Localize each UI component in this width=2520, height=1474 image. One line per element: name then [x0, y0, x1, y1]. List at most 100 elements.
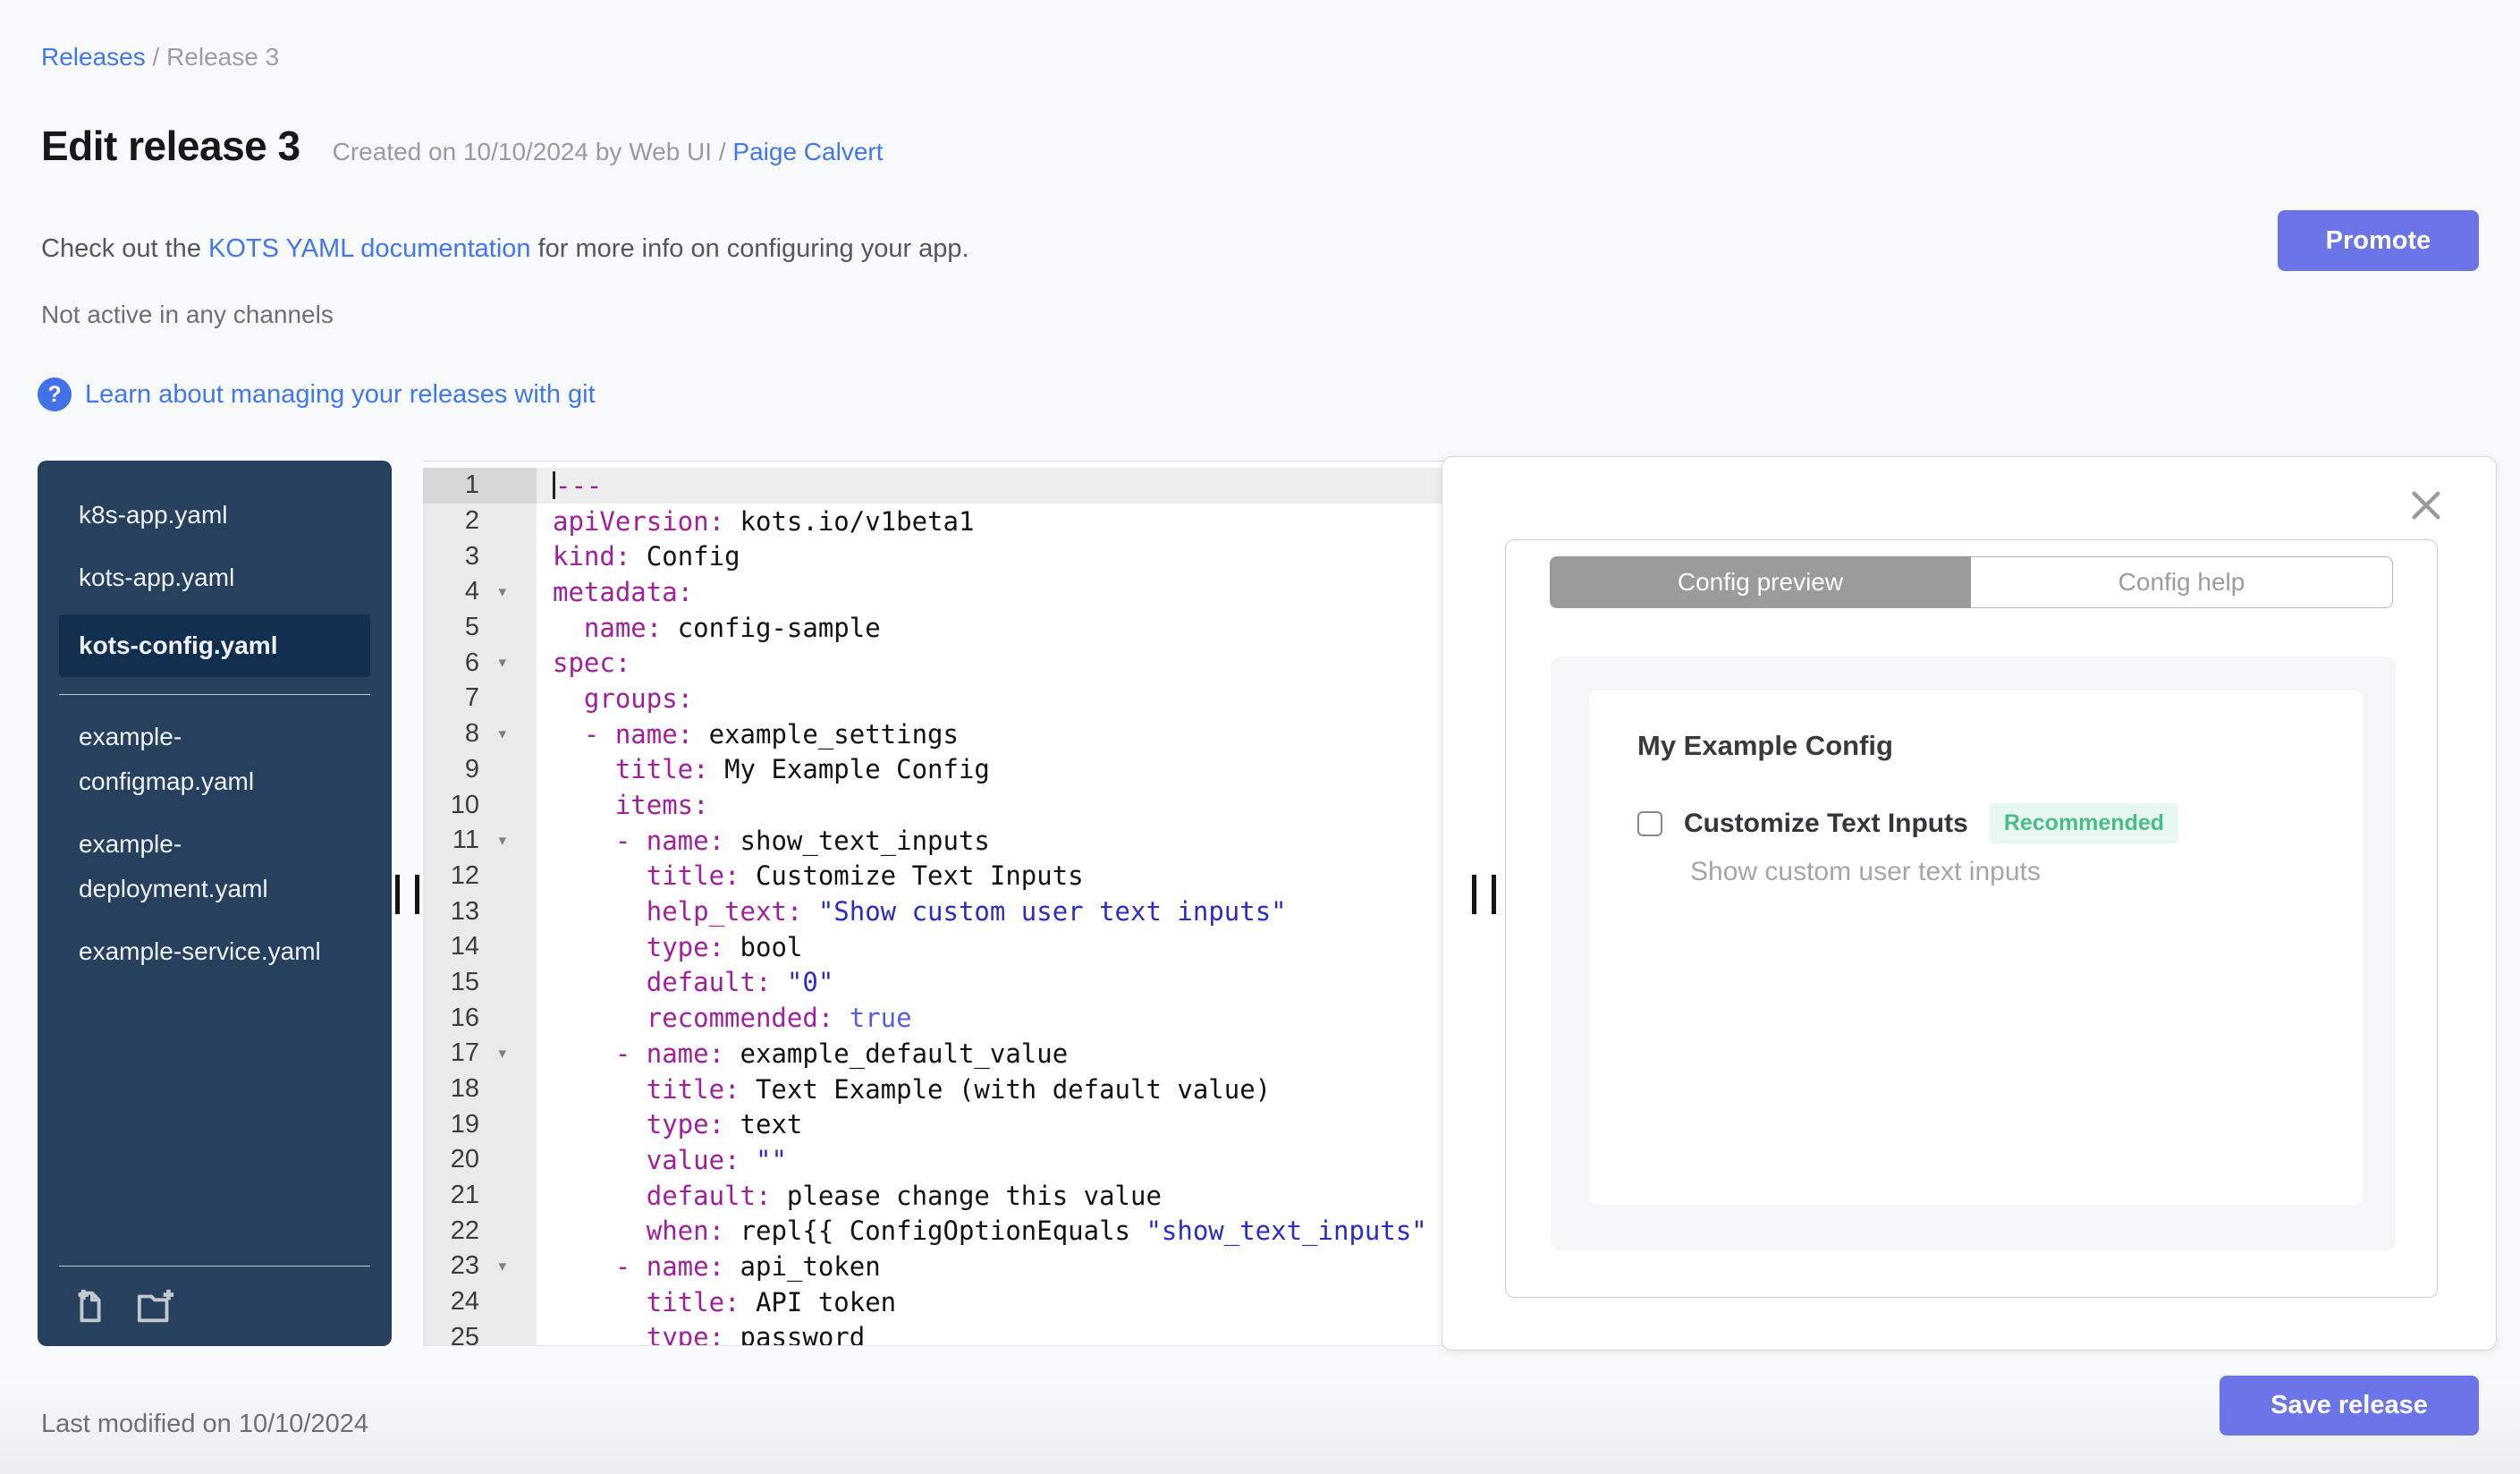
code-line-12[interactable]: 12 title: Customize Text Inputs	[423, 858, 1502, 894]
tab-config-preview[interactable]: Config preview	[1550, 556, 1971, 608]
code-line-9[interactable]: 9 title: My Example Config	[423, 751, 1502, 788]
add-folder-icon[interactable]	[134, 1286, 179, 1327]
code-text[interactable]: - name: show_text_inputs	[537, 823, 1502, 859]
code-text[interactable]: groups:	[537, 681, 1502, 716]
code-text[interactable]: type: password	[537, 1320, 1502, 1345]
code-line-15[interactable]: 15 default: "0"	[423, 964, 1502, 1001]
code-line-10[interactable]: 10 items:	[423, 787, 1502, 823]
created-line: Created on 10/10/2024 by Web UI / Paige …	[333, 138, 884, 166]
close-icon[interactable]	[2408, 487, 2444, 523]
code-line-16[interactable]: 16 recommended: true	[423, 1000, 1502, 1036]
yaml-code-editor[interactable]: 1 --- 2 apiVersion: kots.io/v1beta1 3 kind: C…	[423, 461, 1502, 1346]
code-text[interactable]: recommended: true	[537, 1000, 1502, 1036]
fold-arrow-icon[interactable]: ▾	[498, 832, 506, 850]
last-modified-text: Last modified on 10/10/2024	[41, 1410, 368, 1438]
code-line-17[interactable]: 17 ▾ - name: example_default_value	[423, 1036, 1502, 1072]
line-number: 1	[423, 468, 537, 504]
code-text[interactable]: default: "0"	[537, 965, 1502, 1001]
code-line-14[interactable]: 14 type: bool	[423, 928, 1502, 965]
sidebar-file-example-deployment.yaml[interactable]: example-deployment.yaml	[59, 813, 370, 920]
sidebar-file-kots-config.yaml[interactable]: kots-config.yaml	[59, 614, 370, 677]
code-text[interactable]: name: config-sample	[537, 610, 1502, 646]
code-line-6[interactable]: 6 ▾ spec:	[423, 645, 1502, 682]
line-number: 6 ▾	[423, 645, 537, 682]
config-tabs: Config preview Config help	[1550, 556, 2393, 608]
code-text[interactable]: - name: example_settings	[537, 716, 1502, 752]
code-text[interactable]: title: Text Example (with default value)	[537, 1072, 1502, 1107]
promote-button[interactable]: Promote	[2278, 210, 2479, 271]
code-text[interactable]: ---	[537, 468, 1502, 504]
code-line-11[interactable]: 11 ▾ - name: show_text_inputs	[423, 822, 1502, 859]
fold-arrow-icon[interactable]: ▾	[498, 583, 506, 601]
code-text[interactable]: title: API token	[537, 1284, 1502, 1320]
code-line-19[interactable]: 19 type: text	[423, 1106, 1502, 1143]
code-line-20[interactable]: 20 value: ""	[423, 1142, 1502, 1178]
line-number: 16	[423, 1000, 537, 1036]
add-file-icon[interactable]	[70, 1286, 111, 1327]
code-line-8[interactable]: 8 ▾ - name: example_settings	[423, 716, 1502, 752]
line-number: 25	[423, 1319, 537, 1345]
sidebar-file-k8s-app.yaml[interactable]: k8s-app.yaml	[59, 484, 370, 546]
config-item-help-text: Show custom user text inputs	[1690, 857, 2041, 886]
code-text[interactable]: - name: api_token	[537, 1249, 1502, 1284]
code-line-2[interactable]: 2 apiVersion: kots.io/v1beta1	[423, 503, 1502, 539]
doc-line: Check out the KOTS YAML documentation fo…	[41, 234, 969, 264]
code-text[interactable]: kind: Config	[537, 538, 1502, 574]
fold-arrow-icon[interactable]: ▾	[498, 1045, 506, 1063]
pane-resize-handle-right[interactable]	[1472, 875, 1516, 918]
line-number: 12	[423, 858, 537, 894]
config-preview-panel: My Example Config Customize Text Inputs …	[1552, 657, 2396, 1250]
breadcrumb-current: Release 3	[166, 43, 280, 71]
sidebar-file-kots-app.yaml[interactable]: kots-app.yaml	[59, 546, 370, 609]
pane-resize-handle-left[interactable]	[395, 875, 439, 918]
code-line-5[interactable]: 5 name: config-sample	[423, 609, 1502, 646]
line-number: 22	[423, 1213, 537, 1250]
breadcrumb-releases-link[interactable]: Releases	[41, 43, 146, 71]
code-text[interactable]: title: My Example Config	[537, 752, 1502, 788]
kots-yaml-doc-link[interactable]: KOTS YAML documentation	[208, 234, 531, 263]
tab-config-help[interactable]: Config help	[1971, 556, 2393, 608]
code-line-13[interactable]: 13 help_text: "Show custom user text inp…	[423, 894, 1502, 929]
code-line-18[interactable]: 18 title: Text Example (with default val…	[423, 1071, 1502, 1107]
code-text[interactable]: - name: example_default_value	[537, 1036, 1502, 1072]
code-text[interactable]: value: ""	[537, 1142, 1502, 1178]
sidebar-file-example-configmap.yaml[interactable]: example-configmap.yaml	[59, 706, 370, 813]
git-help-link[interactable]: Learn about managing your releases with …	[85, 380, 596, 410]
code-text[interactable]: type: text	[537, 1106, 1502, 1142]
line-number: 10	[423, 787, 537, 823]
code-line-21[interactable]: 21 default: please change this value	[423, 1177, 1502, 1214]
code-text[interactable]: help_text: "Show custom user text inputs…	[537, 894, 1502, 929]
code-lines: 1 --- 2 apiVersion: kots.io/v1beta1 3 kind: C…	[423, 462, 1502, 1345]
code-line-22[interactable]: 22 when: repl{{ ConfigOptionEquals "show…	[423, 1213, 1502, 1250]
customize-text-inputs-checkbox[interactable]	[1637, 810, 1662, 836]
code-text[interactable]: metadata:	[537, 574, 1502, 610]
code-line-25[interactable]: 25 type: password	[423, 1319, 1502, 1345]
config-group-title: My Example Config	[1637, 730, 1893, 761]
code-line-23[interactable]: 23 ▾ - name: api_token	[423, 1249, 1502, 1284]
code-text[interactable]: spec:	[537, 645, 1502, 681]
code-text[interactable]: type: bool	[537, 929, 1502, 965]
config-item-label: Customize Text Inputs	[1684, 808, 1968, 838]
file-sidebar: k8s-app.yaml kots-app.yaml kots-config.yam…	[38, 461, 392, 1346]
code-text[interactable]: when: repl{{ ConfigOptionEquals "show_te…	[537, 1213, 1502, 1249]
fold-arrow-icon[interactable]: ▾	[498, 1258, 506, 1275]
sidebar-divider	[59, 694, 370, 695]
line-number: 19	[423, 1106, 537, 1143]
code-line-3[interactable]: 3 kind: Config	[423, 538, 1502, 575]
code-line-7[interactable]: 7 groups:	[423, 681, 1502, 716]
fold-arrow-icon[interactable]: ▾	[498, 725, 506, 743]
code-text[interactable]: items:	[537, 787, 1502, 823]
code-text[interactable]: apiVersion: kots.io/v1beta1	[537, 504, 1502, 539]
created-text: Created on 10/10/2024 by Web UI /	[332, 138, 726, 165]
code-text[interactable]: title: Customize Text Inputs	[537, 859, 1502, 894]
save-release-button[interactable]: Save release	[2220, 1376, 2479, 1436]
code-text[interactable]: default: please change this value	[537, 1178, 1502, 1214]
code-line-4[interactable]: 4 ▾ metadata:	[423, 574, 1502, 610]
line-number: 2	[423, 503, 537, 539]
code-line-1[interactable]: 1 ---	[423, 468, 1502, 504]
created-author-link[interactable]: Paige Calvert	[732, 138, 883, 165]
git-help-row[interactable]: ? Learn about managing your releases wit…	[38, 377, 596, 411]
sidebar-file-example-service.yaml[interactable]: example-service.yaml	[59, 920, 370, 983]
code-line-24[interactable]: 24 title: API token	[423, 1283, 1502, 1320]
fold-arrow-icon[interactable]: ▾	[498, 654, 506, 672]
